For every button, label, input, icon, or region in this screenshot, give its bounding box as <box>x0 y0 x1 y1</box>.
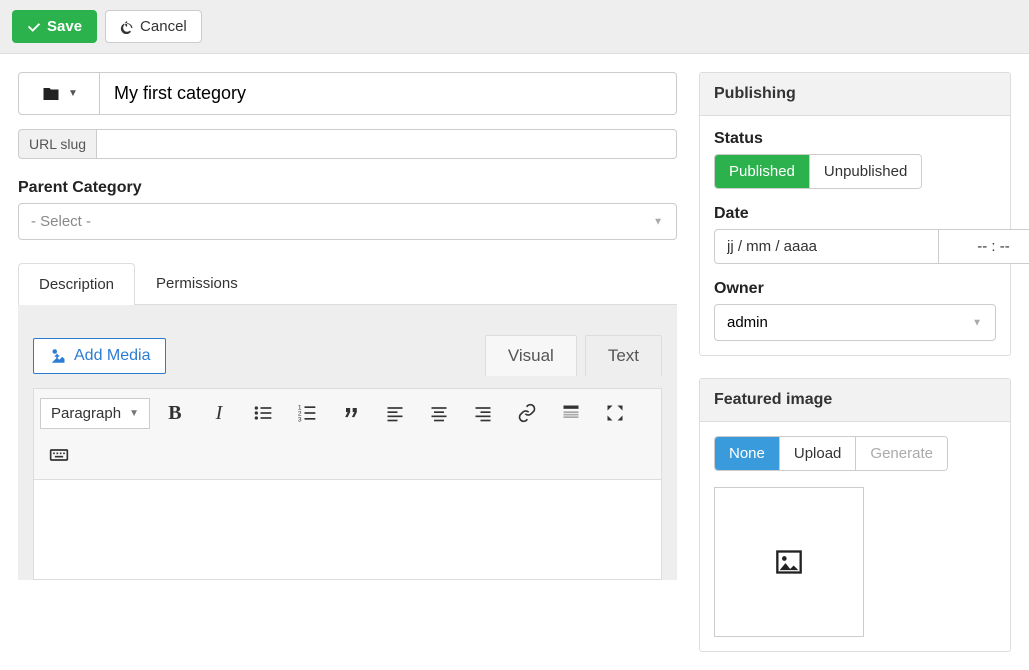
time-input[interactable] <box>939 229 1029 264</box>
quote-icon <box>341 403 361 423</box>
editor-tab-text[interactable]: Text <box>585 335 662 376</box>
keyboard-icon <box>49 445 69 465</box>
media-icon <box>48 347 66 365</box>
align-left-button[interactable] <box>376 395 414 431</box>
parent-category-select[interactable]: - Select - <box>18 203 677 240</box>
featured-image-toggle: None Upload Generate <box>714 436 948 471</box>
image-icon <box>773 548 805 576</box>
parent-category-label: Parent Category <box>18 179 677 197</box>
publishing-title: Publishing <box>700 73 1010 116</box>
toolbar-toggle-button[interactable] <box>40 437 78 473</box>
bold-button[interactable]: B <box>156 395 194 431</box>
align-center-button[interactable] <box>420 395 458 431</box>
undo-icon <box>120 20 134 34</box>
cancel-label: Cancel <box>140 18 187 35</box>
format-select-label: Paragraph <box>51 405 121 422</box>
format-select[interactable]: Paragraph ▼ <box>40 398 150 429</box>
publishing-panel: Publishing Status Published Unpublished … <box>699 72 1011 356</box>
add-media-label: Add Media <box>74 347 151 365</box>
url-slug-label: URL slug <box>18 129 96 159</box>
save-button[interactable]: Save <box>12 10 97 43</box>
svg-text:3: 3 <box>298 416 302 423</box>
link-icon <box>517 403 537 423</box>
featured-image-placeholder[interactable] <box>714 487 864 637</box>
align-right-button[interactable] <box>464 395 502 431</box>
expand-icon <box>605 403 625 423</box>
date-label: Date <box>714 205 996 223</box>
date-input[interactable] <box>714 229 939 264</box>
list-ol-icon: 123 <box>297 403 317 423</box>
tab-description[interactable]: Description <box>18 263 135 305</box>
editor-tab-visual[interactable]: Visual <box>485 335 577 376</box>
align-right-icon <box>473 403 493 423</box>
editor-content[interactable] <box>33 480 662 580</box>
owner-select[interactable]: admin <box>714 304 996 341</box>
fullscreen-button[interactable] <box>596 395 634 431</box>
add-media-button[interactable]: Add Media <box>33 338 166 374</box>
status-published[interactable]: Published <box>715 155 810 188</box>
italic-button[interactable]: I <box>200 395 238 431</box>
status-unpublished[interactable]: Unpublished <box>810 155 921 188</box>
caret-down-icon: ▼ <box>129 408 139 419</box>
list-ul-icon <box>253 403 273 423</box>
tab-permissions[interactable]: Permissions <box>135 262 259 304</box>
content-tabs: Description Permissions <box>18 262 677 305</box>
status-toggle: Published Unpublished <box>714 154 922 189</box>
featured-image-panel: Featured image None Upload Generate <box>699 378 1011 652</box>
featured-generate[interactable]: Generate <box>856 437 947 470</box>
editor-panel: Add Media Visual Text Paragraph ▼ B I <box>18 305 677 580</box>
url-slug-input[interactable] <box>96 129 677 159</box>
check-icon <box>27 20 41 34</box>
category-title-input[interactable] <box>100 72 677 115</box>
link-button[interactable] <box>508 395 546 431</box>
bulleted-list-button[interactable] <box>244 395 282 431</box>
align-center-icon <box>429 403 449 423</box>
read-more-icon <box>561 403 581 423</box>
folder-icon <box>40 85 62 103</box>
featured-upload[interactable]: Upload <box>780 437 857 470</box>
top-toolbar: Save Cancel <box>0 0 1029 54</box>
category-type-picker[interactable]: ▼ <box>18 72 100 115</box>
caret-down-icon: ▼ <box>68 88 78 99</box>
featured-none[interactable]: None <box>715 437 780 470</box>
blockquote-button[interactable] <box>332 395 370 431</box>
cancel-button[interactable]: Cancel <box>105 10 202 43</box>
featured-image-title: Featured image <box>700 379 1010 422</box>
save-label: Save <box>47 18 82 35</box>
editor-toolbar: Paragraph ▼ B I 123 <box>33 388 662 480</box>
numbered-list-button[interactable]: 123 <box>288 395 326 431</box>
status-label: Status <box>714 130 996 148</box>
owner-label: Owner <box>714 280 996 298</box>
align-left-icon <box>385 403 405 423</box>
insert-more-button[interactable] <box>552 395 590 431</box>
